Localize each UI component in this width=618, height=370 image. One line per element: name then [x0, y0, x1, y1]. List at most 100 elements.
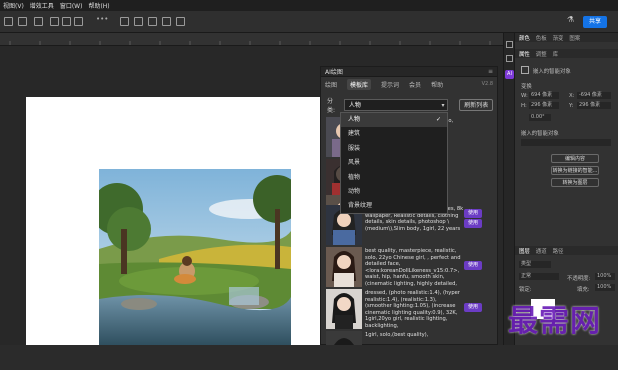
history-icon[interactable]	[506, 41, 513, 48]
dropdown-option-clothing[interactable]: 服装	[341, 142, 447, 156]
ai-panel-header: AI绘图 ≡	[321, 67, 497, 77]
template-card: dressed, (photo realistic:1.4), (hyper r…	[326, 289, 490, 329]
share-button[interactable]: 共享	[583, 16, 607, 28]
color-panel-tabs: 颜色 色板 渐变 图案	[515, 33, 618, 42]
slide-3d-icon[interactable]	[162, 17, 171, 26]
align-center-icon[interactable]	[18, 17, 27, 26]
convert-to-layers-button[interactable]: 转换为图层	[551, 178, 599, 187]
menu-bar: 视图(V) 增效工具 窗口(W) 帮助(H)	[0, 0, 618, 11]
tab-member[interactable]: 会员	[409, 80, 421, 89]
version-label: V2.8	[481, 81, 493, 87]
flask-icon[interactable]: ⚗	[567, 15, 576, 24]
ai-plugin-icon[interactable]: AI	[505, 70, 514, 79]
menu-plugins[interactable]: 增效工具	[30, 1, 54, 10]
category-dropdown: 人物 ✓ 建筑 服装 风景 植物 动物 背景纹理	[340, 112, 448, 214]
x-field[interactable]: -694 像素	[577, 92, 611, 99]
template-card: best quality, masterpiece, realistic, so…	[326, 247, 490, 287]
properties-tabs: 属性 调整 库	[515, 49, 618, 58]
tab-patterns[interactable]: 图案	[569, 34, 580, 42]
tab-channels[interactable]: 通道	[536, 247, 547, 255]
align-left-icon[interactable]	[4, 17, 13, 26]
template-prompt: 1girl, solo,(best quality),	[365, 332, 429, 338]
tab-adjustments[interactable]: 调整	[536, 50, 547, 58]
object-type-label: 嵌入的智能对象	[533, 69, 571, 75]
panel-menu-icon[interactable]: ≡	[488, 68, 493, 75]
align-right-icon[interactable]	[34, 17, 43, 26]
option-label: 人物	[348, 116, 361, 123]
y-label: Y:	[569, 103, 574, 109]
tab-properties[interactable]: 属性	[519, 50, 530, 58]
layer-kind-filter[interactable]: 类型	[519, 261, 551, 268]
tab-layers[interactable]: 图层	[519, 247, 530, 255]
tab-libraries[interactable]: 库	[553, 50, 558, 58]
use-button[interactable]: 使用	[464, 219, 482, 228]
tab-gradients[interactable]: 渐变	[553, 34, 564, 42]
align-top-icon[interactable]	[50, 17, 59, 26]
more-icon[interactable]: •••	[96, 15, 108, 24]
use-button[interactable]: 使用	[464, 303, 482, 312]
opacity-field[interactable]: 100%	[595, 273, 615, 280]
h-label: H:	[521, 103, 527, 109]
tab-templates[interactable]: 模板库	[347, 78, 372, 90]
align-bottom-icon[interactable]	[74, 17, 83, 26]
layers-comp-icon[interactable]	[506, 55, 513, 62]
mode-3d-icon[interactable]	[120, 17, 129, 26]
horizontal-ruler	[0, 33, 506, 46]
ai-panel-tabs: 绘图 模板库 提示词 会员 帮助 V2.8	[321, 77, 497, 91]
category-select[interactable]: 人物	[343, 99, 449, 111]
scale-3d-icon[interactable]	[176, 17, 185, 26]
tab-draw[interactable]: 绘图	[325, 80, 337, 89]
w-field[interactable]: 694 像素	[529, 92, 559, 99]
template-prompt: best quality, masterpiece, realistic, so…	[365, 248, 461, 286]
template-card: 1girl, solo,(best quality),	[326, 331, 490, 345]
landscape-image[interactable]	[99, 169, 291, 345]
category-row: 分类: 人物 刷新列表	[327, 98, 494, 114]
tab-help[interactable]: 帮助	[431, 80, 443, 89]
smart-object-path	[521, 139, 611, 146]
options-toolbar: ••• ⚗ 共享	[0, 11, 618, 33]
fill-label: 填充:	[577, 287, 590, 293]
align-middle-icon[interactable]	[62, 17, 71, 26]
rotate-3d-icon[interactable]	[134, 17, 143, 26]
dropdown-option-scenery[interactable]: 风景	[341, 156, 447, 170]
tab-color[interactable]: 颜色	[519, 34, 530, 42]
use-button[interactable]: 使用	[464, 261, 482, 270]
menu-view[interactable]: 视图(V)	[3, 1, 24, 10]
transform-label: 变换	[521, 84, 532, 90]
dropdown-option-animals[interactable]: 动物	[341, 185, 447, 199]
blend-mode-select[interactable]: 正常	[519, 273, 559, 280]
menu-help[interactable]: 帮助(H)	[88, 1, 109, 10]
fill-field[interactable]: 100%	[595, 284, 615, 291]
dropdown-option-architecture[interactable]: 建筑	[341, 127, 447, 141]
lock-label: 锁定:	[519, 287, 532, 293]
ruler-ticks	[9, 41, 491, 45]
watermark-logo: 最需网	[508, 304, 601, 339]
pan-3d-icon[interactable]	[148, 17, 157, 26]
template-thumbnail[interactable]	[326, 247, 362, 287]
template-prompt: dressed, (photo realistic:1.4), (hyper r…	[365, 290, 460, 328]
tab-swatches[interactable]: 色板	[536, 34, 547, 42]
check-icon: ✓	[435, 116, 441, 123]
tab-paths[interactable]: 路径	[553, 247, 564, 255]
layers-panel-tabs: 图层 通道 路径	[515, 246, 618, 255]
dropdown-option-plants[interactable]: 植物	[341, 171, 447, 185]
y-field[interactable]: 296 像素	[577, 102, 611, 109]
menu-window[interactable]: 窗口(W)	[60, 1, 83, 10]
smart-object-label: 嵌入的智能对象	[521, 131, 559, 137]
category-label: 分类:	[327, 98, 336, 114]
h-field[interactable]: 296 像素	[529, 102, 559, 109]
refresh-list-button[interactable]: 刷新列表	[459, 99, 494, 111]
template-thumbnail[interactable]	[326, 331, 362, 345]
edit-contents-button[interactable]: 编辑内容	[551, 154, 599, 163]
tab-prompts[interactable]: 提示词	[381, 80, 399, 89]
smart-object-icon	[521, 66, 529, 74]
template-thumbnail[interactable]	[326, 289, 362, 329]
ai-panel-title: AI绘图	[325, 69, 343, 76]
dropdown-option-people[interactable]: 人物 ✓	[341, 113, 447, 128]
angle-field[interactable]: 0.00°	[529, 114, 551, 121]
x-label: X:	[569, 93, 575, 99]
opacity-label: 不透明度:	[567, 276, 591, 282]
dropdown-option-textures[interactable]: 背景纹理	[341, 199, 447, 213]
convert-linked-button[interactable]: 转换为链接的智能...	[551, 166, 599, 175]
w-label: W:	[521, 93, 528, 99]
